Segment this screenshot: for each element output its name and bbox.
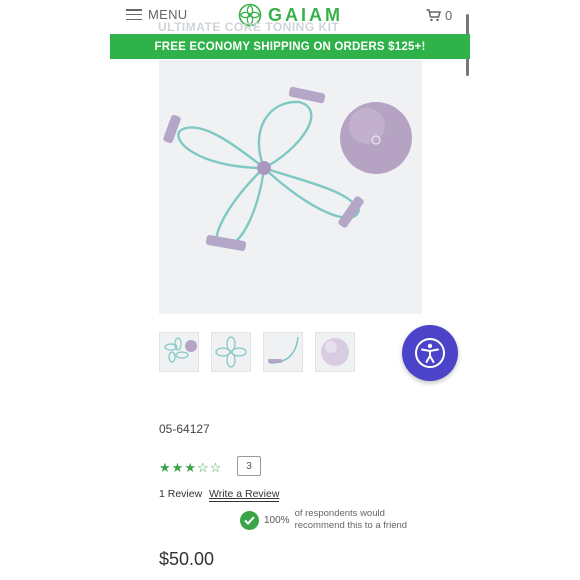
accessibility-icon — [415, 338, 445, 368]
star-empty-icon: ☆ — [209, 460, 222, 475]
product-title-behind: ULTIMATE CORE TONING KIT — [158, 20, 340, 34]
accessibility-button[interactable] — [402, 325, 458, 381]
thumbnail-4[interactable] — [315, 332, 355, 372]
product-illustration — [163, 86, 412, 251]
star-icon: ★ — [171, 460, 184, 475]
cart-icon — [426, 9, 441, 22]
thumbnail-2[interactable] — [211, 332, 251, 372]
review-count-badge[interactable]: 3 — [237, 456, 261, 476]
shipping-banner[interactable]: FREE ECONOMY SHIPPING ON ORDERS $125+! — [110, 34, 470, 59]
thumbnail-1[interactable] — [159, 332, 199, 372]
product-sku: 05-64127 — [159, 422, 210, 436]
cart-count: 0 — [445, 8, 453, 23]
recommend-text: of respondents would recommend this to a… — [294, 508, 408, 531]
review-summary: 1 Review — [159, 488, 203, 500]
product-price: $50.00 — [159, 549, 215, 569]
star-icon: ★ — [159, 460, 171, 475]
star-icon: ★ — [184, 460, 196, 475]
recommend-percent: 100% — [264, 514, 290, 526]
recommendation: 100% of respondents would recommend this… — [240, 508, 425, 532]
write-review-link[interactable]: Write a Review — [209, 488, 280, 502]
cart-button[interactable]: 0 — [426, 8, 452, 23]
star-rating[interactable]: ★ ★ ★ ☆ ☆ — [159, 460, 221, 476]
star-empty-icon: ☆ — [196, 460, 209, 475]
check-icon — [240, 510, 259, 530]
hamburger-icon — [126, 9, 142, 20]
product-main-image[interactable] — [159, 60, 422, 314]
thumbnail-strip — [159, 332, 355, 372]
thumbnail-3[interactable] — [263, 332, 303, 372]
shipping-banner-text: FREE ECONOMY SHIPPING ON ORDERS $125+! — [154, 40, 426, 53]
